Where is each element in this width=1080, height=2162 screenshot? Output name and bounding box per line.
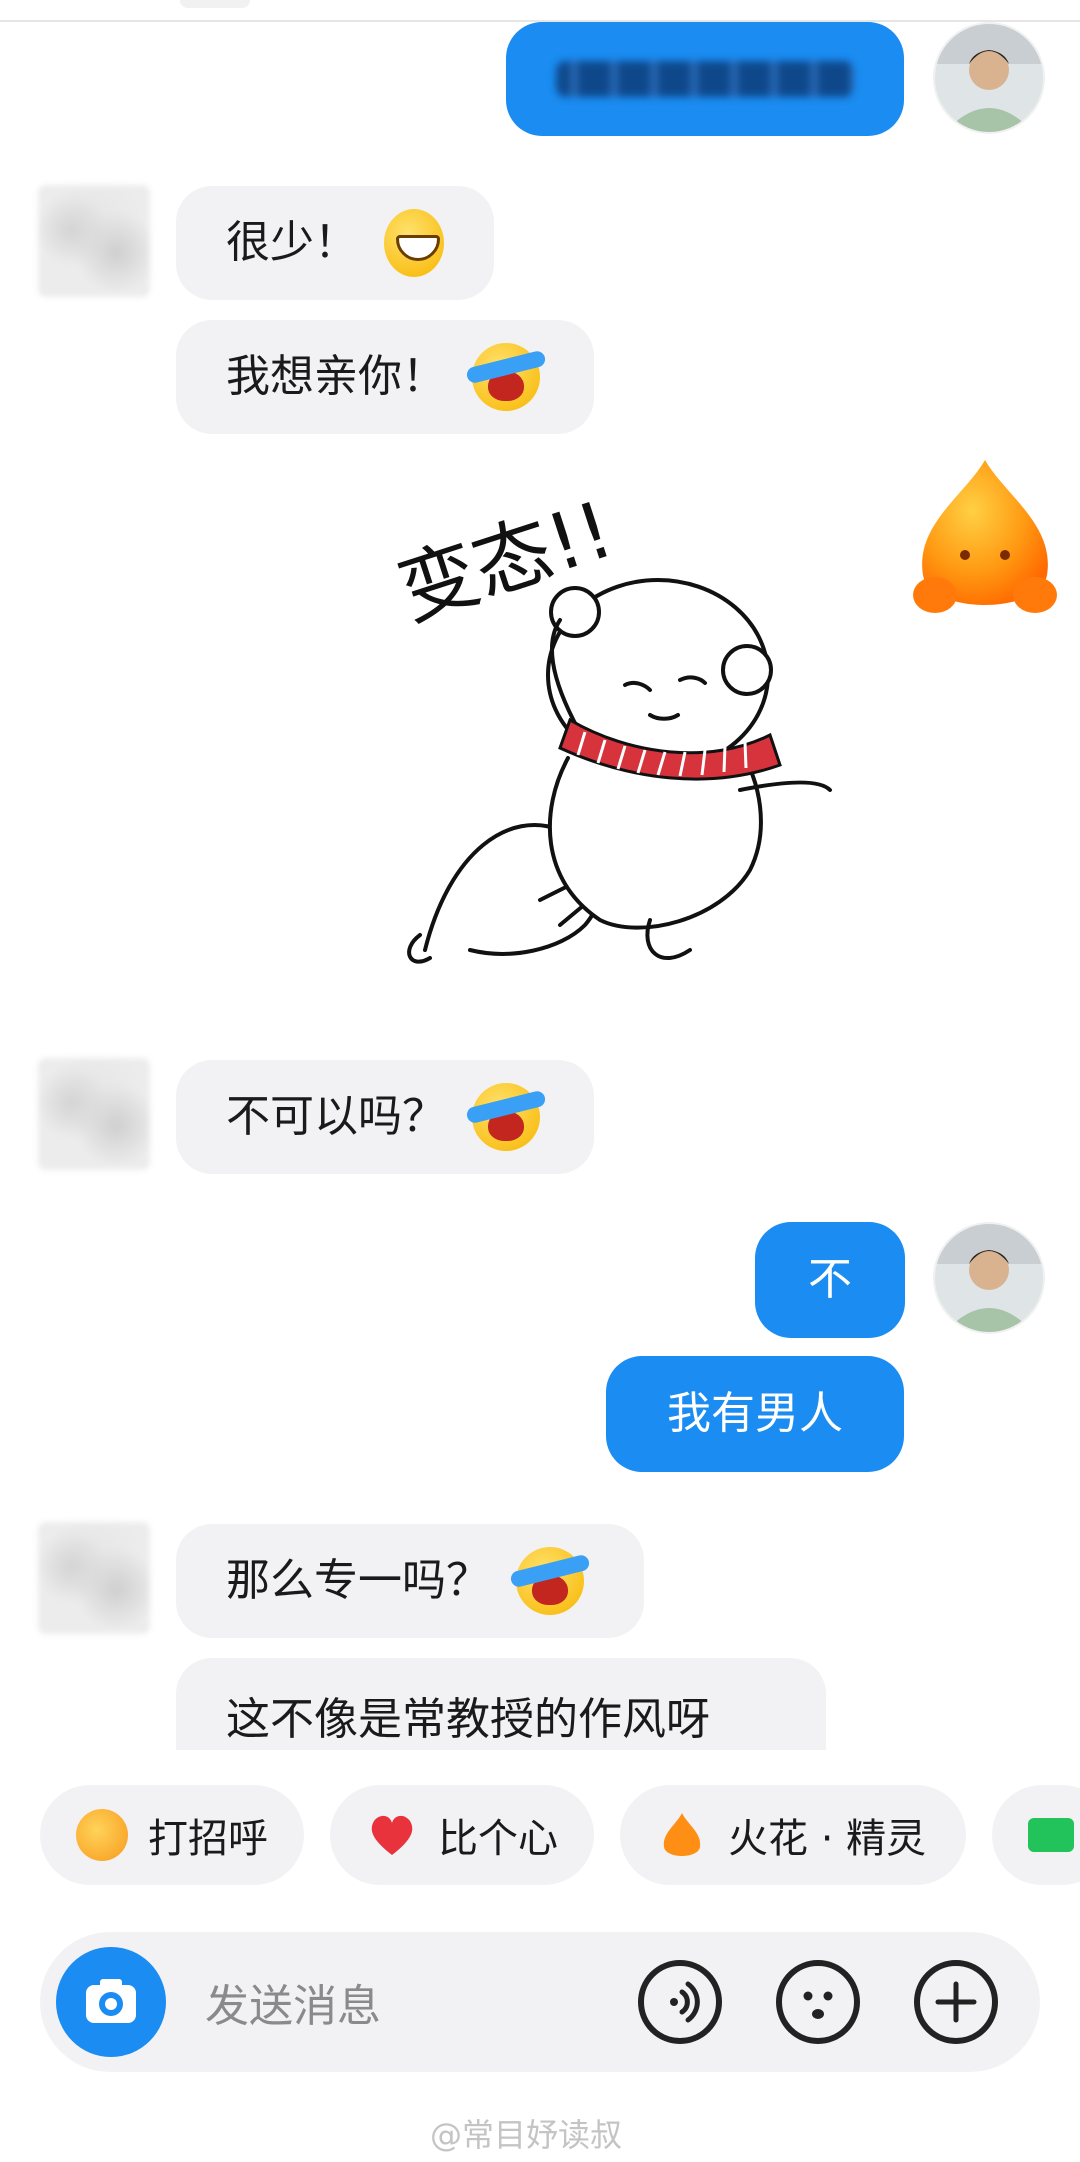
outgoing-message[interactable]: 我有男人	[606, 1356, 904, 1472]
quick-reply-video[interactable]	[992, 1785, 1080, 1885]
loudly-crying-face-emoji	[516, 1547, 584, 1615]
peer-avatar[interactable]	[38, 1058, 150, 1170]
quick-reply-spark-sprite[interactable]: 火花 · 精灵	[620, 1785, 966, 1885]
bear-sticker[interactable]: 变态!!	[388, 480, 910, 1000]
message-text: 这不像是常教授的作风呀	[226, 1694, 710, 1745]
loudly-crying-face-emoji	[472, 1083, 540, 1151]
loudly-crying-face-emoji	[472, 343, 540, 411]
video-call-icon	[1028, 1818, 1074, 1852]
orange-drop-mascot-icon[interactable]	[905, 455, 1065, 625]
smile-icon	[803, 1991, 833, 2019]
peer-avatar[interactable]	[38, 1522, 150, 1634]
incoming-message[interactable]: 很少！	[176, 186, 494, 300]
message-text: 很少！	[226, 217, 358, 268]
blurred-text	[556, 61, 854, 97]
quick-reply-bar: 打招呼 比个心 火花 · 精灵	[0, 1785, 1080, 1885]
top-tab-edge	[180, 0, 250, 8]
wave-hand-icon	[76, 1809, 128, 1861]
my-avatar[interactable]	[935, 24, 1043, 132]
message-text: 不	[808, 1254, 852, 1305]
heart-icon	[371, 1815, 413, 1855]
outgoing-message-blurred[interactable]	[506, 22, 904, 136]
message-text: 那么专一吗？	[226, 1555, 490, 1606]
plus-icon	[935, 1981, 977, 2023]
weibo-watermark: @常目妤读叔	[430, 2116, 623, 2154]
incoming-message[interactable]: 我想亲你！	[176, 320, 594, 434]
spark-sprite-icon	[663, 1813, 701, 1856]
quick-reply-heart[interactable]: 比个心	[330, 1785, 594, 1885]
add-button[interactable]	[914, 1960, 998, 2044]
camera-icon	[86, 1979, 136, 2023]
incoming-message[interactable]: 不可以吗？	[176, 1060, 594, 1174]
incoming-message[interactable]: 这不像是常教授的作风呀	[176, 1658, 826, 1750]
peer-avatar[interactable]	[38, 185, 150, 297]
voice-icon	[670, 1981, 700, 2023]
quick-reply-greet[interactable]: 打招呼	[40, 1785, 304, 1885]
message-composer: 发送消息	[40, 1932, 1040, 2072]
emoji-button[interactable]	[776, 1960, 860, 2044]
message-text: 不可以吗？	[226, 1091, 446, 1142]
incoming-message[interactable]: 那么专一吗？	[176, 1524, 644, 1638]
camera-button[interactable]	[56, 1947, 166, 2057]
grinning-face-emoji	[384, 209, 444, 277]
outgoing-message[interactable]: 不	[755, 1222, 905, 1338]
my-avatar[interactable]	[935, 1224, 1043, 1332]
message-text: 我有男人	[667, 1388, 843, 1439]
voice-button[interactable]	[638, 1960, 722, 2044]
message-input[interactable]: 发送消息	[205, 1970, 381, 2034]
message-text: 我想亲你！	[226, 351, 446, 402]
